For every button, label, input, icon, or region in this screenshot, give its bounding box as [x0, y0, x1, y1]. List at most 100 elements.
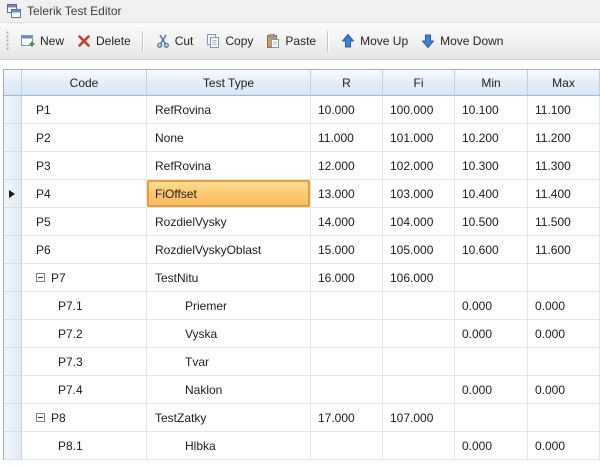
test-type-cell[interactable]: FiOffset [147, 180, 311, 208]
code-cell[interactable]: P4 [22, 180, 147, 208]
max-cell[interactable] [528, 348, 600, 376]
fi-cell[interactable]: 102.000 [383, 152, 455, 180]
test-type-cell[interactable]: RefRovina [147, 152, 311, 180]
column-header-max[interactable]: Max [528, 70, 600, 96]
test-type-cell[interactable]: RozdielVysky [147, 208, 311, 236]
max-cell[interactable]: 11.500 [528, 208, 600, 236]
move-up-button[interactable]: Move Up [334, 30, 414, 52]
test-type-cell[interactable]: Vyska [147, 320, 311, 348]
code-cell[interactable]: P5 [22, 208, 147, 236]
r-cell[interactable]: 16.000 [311, 264, 383, 292]
column-header-code[interactable]: Code [22, 70, 147, 96]
row-indicator-cell[interactable] [4, 124, 22, 152]
row-indicator-cell[interactable] [4, 404, 22, 432]
max-cell[interactable]: 0.000 [528, 376, 600, 404]
test-type-cell[interactable]: Naklon [147, 376, 311, 404]
max-cell[interactable]: 11.100 [528, 96, 600, 124]
min-cell[interactable]: 0.000 [455, 292, 528, 320]
code-cell[interactable]: P2 [22, 124, 147, 152]
new-button[interactable]: New [14, 30, 70, 52]
min-cell[interactable]: 10.500 [455, 208, 528, 236]
row-indicator-cell[interactable] [4, 376, 22, 404]
code-cell[interactable]: P7 [22, 264, 147, 292]
min-cell[interactable] [455, 404, 528, 432]
code-cell[interactable]: P7.4 [22, 376, 147, 404]
fi-cell[interactable]: 103.000 [383, 180, 455, 208]
paste-button[interactable]: Paste [259, 30, 322, 52]
toolbar-grip[interactable] [6, 31, 10, 51]
fi-cell[interactable]: 104.000 [383, 208, 455, 236]
fi-cell[interactable] [383, 292, 455, 320]
row-indicator-cell[interactable] [4, 348, 22, 376]
min-cell[interactable] [455, 264, 528, 292]
fi-cell[interactable]: 106.000 [383, 264, 455, 292]
column-header-r[interactable]: R [311, 70, 383, 96]
row-indicator-cell[interactable] [4, 320, 22, 348]
min-cell[interactable]: 0.000 [455, 432, 528, 460]
row-indicator-cell[interactable] [4, 96, 22, 124]
r-cell[interactable] [311, 432, 383, 460]
code-cell[interactable]: P6 [22, 236, 147, 264]
r-cell[interactable]: 14.000 [311, 208, 383, 236]
row-indicator-cell[interactable] [4, 264, 22, 292]
delete-button[interactable]: Delete [70, 30, 137, 52]
r-cell[interactable] [311, 376, 383, 404]
max-cell[interactable]: 0.000 [528, 320, 600, 348]
copy-button[interactable]: Copy [199, 30, 259, 52]
min-cell[interactable]: 10.100 [455, 96, 528, 124]
code-cell[interactable]: P1 [22, 96, 147, 124]
min-cell[interactable]: 10.600 [455, 236, 528, 264]
fi-cell[interactable] [383, 376, 455, 404]
max-cell[interactable]: 0.000 [528, 292, 600, 320]
max-cell[interactable]: 11.300 [528, 152, 600, 180]
test-type-cell[interactable]: TestZatky [147, 404, 311, 432]
collapse-icon[interactable] [36, 413, 45, 422]
test-type-cell[interactable]: None [147, 124, 311, 152]
r-cell[interactable] [311, 292, 383, 320]
row-indicator-cell[interactable] [4, 292, 22, 320]
r-cell[interactable]: 11.000 [311, 124, 383, 152]
code-cell[interactable]: P7.3 [22, 348, 147, 376]
fi-cell[interactable]: 101.000 [383, 124, 455, 152]
r-cell[interactable] [311, 348, 383, 376]
r-cell[interactable]: 12.000 [311, 152, 383, 180]
min-cell[interactable]: 10.300 [455, 152, 528, 180]
code-cell[interactable]: P7.1 [22, 292, 147, 320]
min-cell[interactable]: 0.000 [455, 376, 528, 404]
code-cell[interactable]: P3 [22, 152, 147, 180]
column-header-fi[interactable]: Fi [383, 70, 455, 96]
row-indicator-cell[interactable] [4, 432, 22, 460]
min-cell[interactable]: 10.200 [455, 124, 528, 152]
max-cell[interactable] [528, 264, 600, 292]
r-cell[interactable]: 10.000 [311, 96, 383, 124]
test-type-cell[interactable]: RozdielVyskyOblast [147, 236, 311, 264]
min-cell[interactable]: 0.000 [455, 320, 528, 348]
r-cell[interactable]: 15.000 [311, 236, 383, 264]
max-cell[interactable]: 11.600 [528, 236, 600, 264]
fi-cell[interactable] [383, 320, 455, 348]
min-cell[interactable]: 10.400 [455, 180, 528, 208]
fi-cell[interactable] [383, 432, 455, 460]
row-indicator-cell[interactable] [4, 152, 22, 180]
fi-cell[interactable]: 105.000 [383, 236, 455, 264]
move-down-button[interactable]: Move Down [414, 30, 509, 52]
test-type-cell[interactable]: Hlbka [147, 432, 311, 460]
max-cell[interactable]: 11.200 [528, 124, 600, 152]
test-type-cell[interactable]: Priemer [147, 292, 311, 320]
r-cell[interactable] [311, 320, 383, 348]
code-cell[interactable]: P7.2 [22, 320, 147, 348]
min-cell[interactable] [455, 348, 528, 376]
test-type-cell[interactable]: Tvar [147, 348, 311, 376]
fi-cell[interactable]: 100.000 [383, 96, 455, 124]
max-cell[interactable]: 0.000 [528, 432, 600, 460]
test-type-cell[interactable]: TestNitu [147, 264, 311, 292]
row-indicator-cell[interactable] [4, 236, 22, 264]
r-cell[interactable]: 13.000 [311, 180, 383, 208]
titlebar[interactable]: Telerik Test Editor [0, 0, 600, 23]
collapse-icon[interactable] [36, 273, 45, 282]
code-cell[interactable]: P8 [22, 404, 147, 432]
row-indicator-cell[interactable] [4, 180, 22, 208]
row-indicator-cell[interactable] [4, 208, 22, 236]
max-cell[interactable]: 11.400 [528, 180, 600, 208]
code-cell[interactable]: P8.1 [22, 432, 147, 460]
